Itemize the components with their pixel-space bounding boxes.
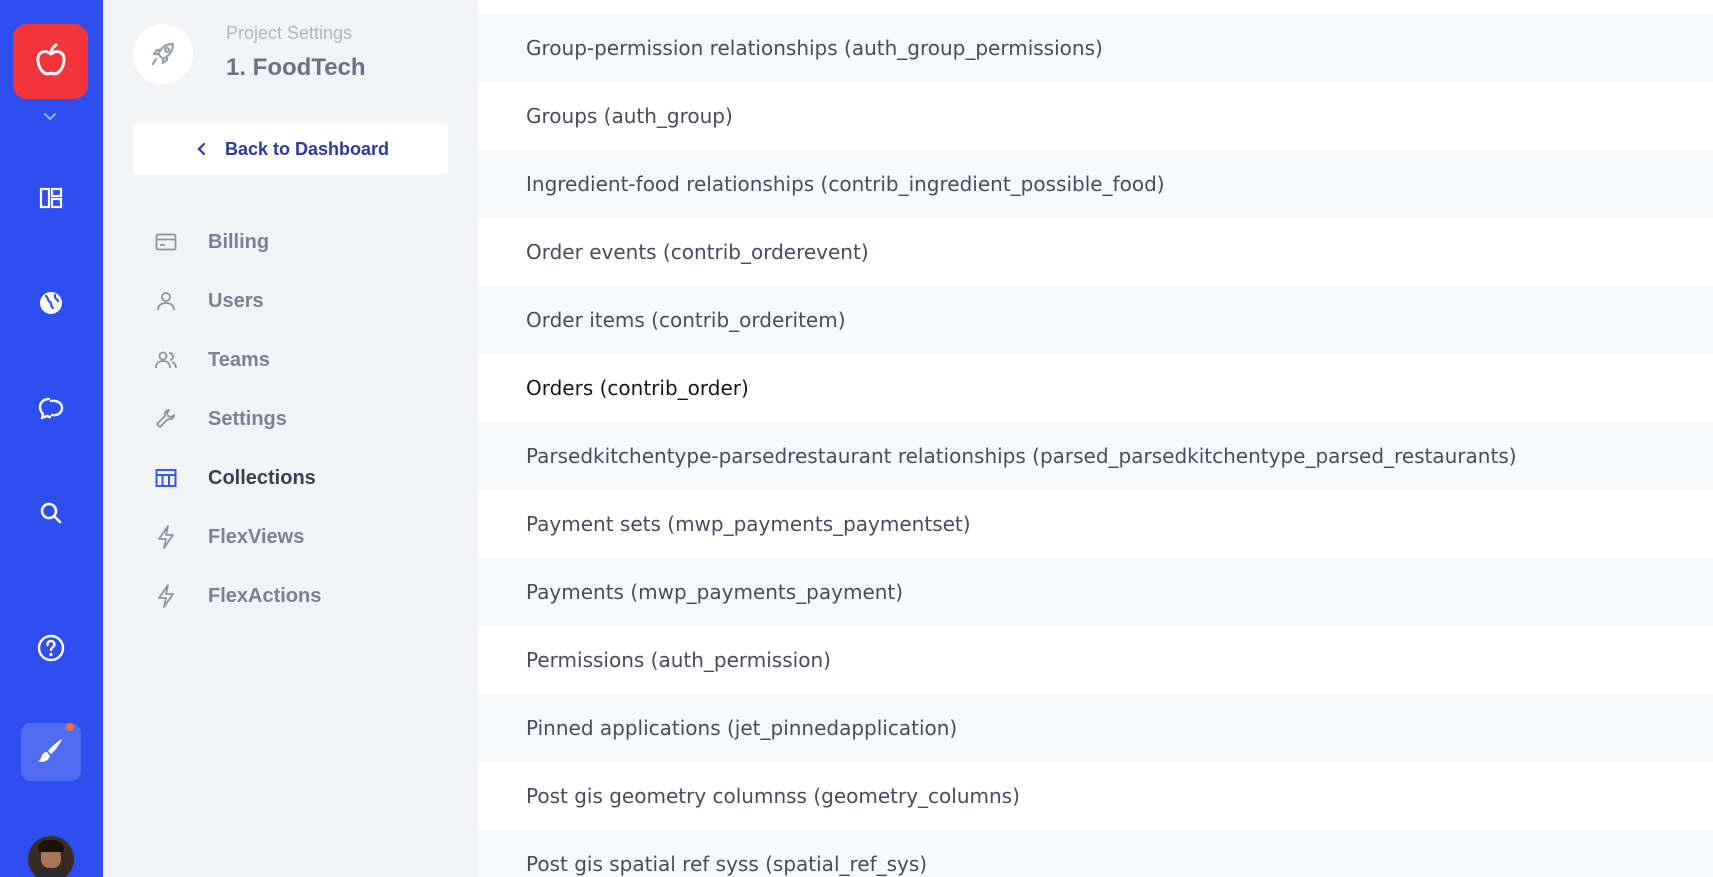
sidebar-item-label: Settings bbox=[208, 407, 287, 430]
collection-name: Order events (contrib_orderevent) bbox=[526, 240, 869, 264]
help-icon[interactable] bbox=[31, 628, 71, 668]
lightning-icon bbox=[153, 583, 179, 609]
sidebar-item-flexviews[interactable]: FlexViews bbox=[153, 520, 304, 554]
sidebar-item-label: Collections bbox=[208, 466, 316, 489]
wrench-icon bbox=[153, 406, 179, 432]
collection-name: Payments (mwp_payments_payment) bbox=[526, 580, 904, 604]
sidebar-item-flexactions[interactable]: FlexActions bbox=[153, 579, 321, 613]
settings-sidebar: Project Settings 1. FoodTech Back to Das… bbox=[103, 0, 478, 877]
chat-icon[interactable] bbox=[31, 388, 71, 428]
list-item[interactable]: Post gis spatial ref syss (spatial_ref_s… bbox=[478, 830, 1713, 877]
list-item[interactable]: Groups (auth_group) bbox=[478, 82, 1713, 150]
collection-name: Group-permission relationships (auth_gro… bbox=[526, 36, 1103, 60]
collection-name: Permissions (auth_permission) bbox=[526, 648, 831, 672]
back-to-dashboard-button[interactable]: Back to Dashboard bbox=[133, 123, 448, 175]
collection-name: Post gis spatial ref syss (spatial_ref_s… bbox=[526, 852, 928, 876]
sidebar-item-teams[interactable]: Teams bbox=[153, 343, 270, 377]
collection-name: Pinned applications (jet_pinnedapplicati… bbox=[526, 716, 958, 740]
list-item[interactable]: Ingredient-food relationships (contrib_i… bbox=[478, 150, 1713, 218]
app-logo[interactable] bbox=[13, 24, 88, 99]
sidebar-item-users[interactable]: Users bbox=[153, 284, 264, 318]
sidebar-item-collections[interactable]: Collections bbox=[153, 461, 316, 495]
chevron-down-icon[interactable] bbox=[41, 110, 59, 124]
team-icon bbox=[153, 347, 179, 373]
sidebar-item-label: Teams bbox=[208, 348, 270, 371]
list-item[interactable]: Payments (mwp_payments_payment) bbox=[478, 558, 1713, 626]
apple-icon bbox=[31, 40, 71, 84]
sidebar-item-label: FlexViews bbox=[208, 525, 305, 548]
lightning-icon bbox=[153, 524, 179, 550]
list-item[interactable]: Permissions (auth_permission) bbox=[478, 626, 1713, 694]
user-icon bbox=[153, 288, 179, 314]
brush-button[interactable] bbox=[21, 723, 81, 781]
credit-card-icon bbox=[153, 229, 179, 255]
notification-dot bbox=[66, 723, 74, 731]
sidebar-item-label: Billing bbox=[208, 230, 270, 253]
project-name: 1. FoodTech bbox=[226, 54, 366, 81]
collection-name: Payment sets (mwp_payments_paymentset) bbox=[526, 512, 971, 536]
brush-icon bbox=[37, 736, 65, 768]
collection-name: Post gis geometry columnss (geometry_col… bbox=[526, 784, 1020, 808]
collection-name: Groups (auth_group) bbox=[526, 104, 733, 128]
collection-name: Parsedkitchentype-parsedrestaurant relat… bbox=[526, 444, 1517, 468]
sidebar-item-billing[interactable]: Billing bbox=[153, 225, 269, 259]
list-item[interactable]: Parsedkitchentype-parsedrestaurant relat… bbox=[478, 422, 1713, 490]
sidebar-item-label: Users bbox=[208, 289, 264, 312]
list-item[interactable]: Order events (contrib_orderevent) bbox=[478, 218, 1713, 286]
globe-icon[interactable] bbox=[31, 283, 71, 323]
list-item[interactable]: Orders (contrib_order) bbox=[478, 354, 1713, 422]
app-rail bbox=[0, 0, 103, 877]
list-item[interactable]: Order items (contrib_orderitem) bbox=[478, 286, 1713, 354]
list-item[interactable]: Payment sets (mwp_payments_paymentset) bbox=[478, 490, 1713, 558]
collections-list: Group-permission relationships (auth_gro… bbox=[478, 0, 1713, 877]
collection-name: Orders (contrib_order) bbox=[526, 376, 749, 400]
list-item[interactable]: Post gis geometry columnss (geometry_col… bbox=[478, 762, 1713, 830]
list-item[interactable]: Group-permission relationships (auth_gro… bbox=[478, 14, 1713, 82]
dashboard-icon[interactable] bbox=[31, 178, 71, 218]
sidebar-item-settings[interactable]: Settings bbox=[153, 402, 287, 436]
collection-name: Order items (contrib_orderitem) bbox=[526, 308, 846, 332]
page-subtitle: Project Settings bbox=[226, 23, 353, 43]
list-item[interactable]: Pinned applications (jet_pinnedapplicati… bbox=[478, 694, 1713, 762]
sidebar-item-label: FlexActions bbox=[208, 584, 322, 607]
chevron-left-icon bbox=[195, 142, 209, 156]
table-icon bbox=[153, 465, 179, 491]
avatar[interactable] bbox=[28, 836, 74, 877]
search-icon[interactable] bbox=[31, 493, 71, 533]
collection-name: Ingredient-food relationships (contrib_i… bbox=[526, 172, 1165, 196]
back-label: Back to Dashboard bbox=[225, 138, 390, 159]
rocket-icon bbox=[133, 24, 193, 84]
